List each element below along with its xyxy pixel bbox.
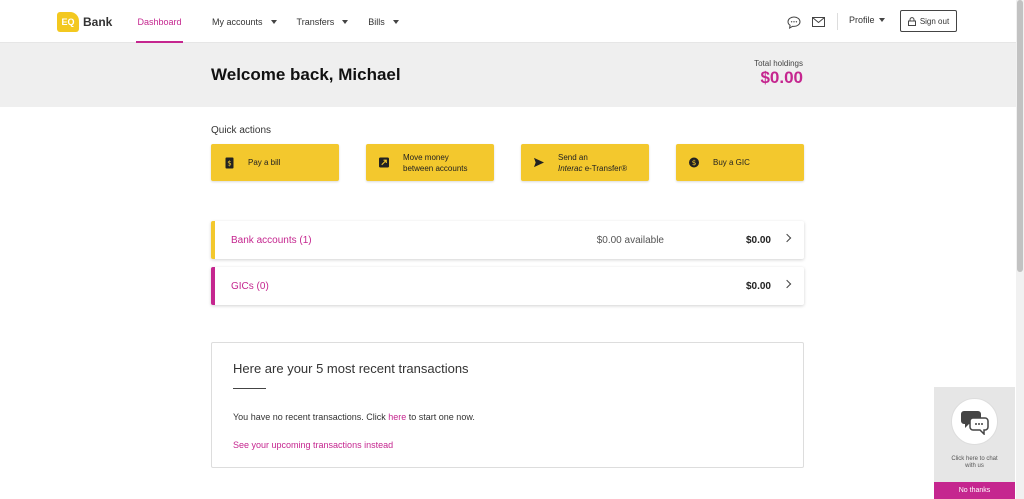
profile-menu[interactable]: Profile [849,15,885,25]
nav-my-accounts-label: My accounts [212,16,263,27]
chat-prompt-line2: with us [965,463,984,469]
buy-a-gic-button[interactable]: $ Buy a GIC [676,144,804,181]
main-nav: Dashboard My accounts Transfers Bills [136,0,419,43]
recent-transactions-card: Here are your 5 most recent transactions… [211,342,804,468]
nav-bills[interactable]: Bills [368,0,399,43]
nav-my-accounts[interactable]: My accounts [212,0,277,43]
gics-total: $0.00 [745,280,771,292]
bill-icon: $ [224,157,234,169]
chat-prompt-line1: Click here to chat [951,456,998,462]
pay-a-bill-button[interactable]: $ Pay a bill [211,144,339,181]
chevron-right-icon [782,233,792,243]
title-underline [233,388,266,389]
no-transactions-prefix: You have no recent transactions. Click [233,412,389,422]
quick-actions: $ Pay a bill Move money between accounts… [211,144,804,181]
pay-a-bill-label: Pay a bill [248,158,281,167]
account-color-bar [211,267,215,305]
send-interac-etransfer-button[interactable]: Send an Interac e-Transfer® [521,144,649,181]
chat-bubbles-icon[interactable] [951,398,998,445]
gics-label: GICs (0) [231,280,269,292]
account-color-bar [211,221,215,259]
total-holdings-label: Total holdings [754,59,803,68]
no-transactions-message: You have no recent transactions. Click h… [233,412,475,422]
logo-text: Bank [83,15,113,29]
no-transactions-suffix: to start one now. [406,412,475,422]
bank-accounts-total: $0.00 [745,234,771,246]
welcome-banner: Welcome back, Michael Total holdings $0.… [0,43,1016,107]
bank-accounts-row[interactable]: Bank accounts (1) $0.00 available $0.00 [211,221,804,259]
caret-down-icon [342,19,349,24]
send-icon [534,157,544,169]
chevron-right-icon [782,279,792,289]
caret-down-icon [392,19,399,24]
sign-out-button[interactable]: Sign out [900,10,957,32]
nav-bills-label: Bills [368,16,385,27]
etransfer-label: e-Transfer® [582,163,628,173]
chat-widget[interactable]: Click here to chat with us No thanks [934,387,1015,499]
svg-text:$: $ [227,159,231,167]
profile-label: Profile [849,15,875,25]
transfer-icon [379,157,389,169]
caret-down-icon [270,19,277,24]
interac-label: Interac [558,163,583,173]
scrollbar-thumb[interactable] [1017,0,1023,272]
welcome-title: Welcome back, Michael [211,65,401,84]
bank-accounts-available: $0.00 available [596,234,664,246]
sign-out-label: Sign out [919,16,950,26]
nav-transfers[interactable]: Transfers [297,0,349,43]
send-line1: Send an [558,152,588,162]
move-money-line2: between accounts [403,163,468,173]
svg-text:$: $ [692,158,697,167]
chat-icon[interactable] [787,15,801,29]
total-holdings-value: $0.00 [760,68,803,87]
chat-prompt: Click here to chat with us [934,456,1015,470]
dollar-icon: $ [689,157,699,169]
bank-accounts-label: Bank accounts (1) [231,234,312,246]
logo-mark: EQ [57,12,79,32]
nav-transfers-label: Transfers [296,16,335,27]
move-money-button[interactable]: Move money between accounts [366,144,494,181]
header-icons [787,15,825,29]
no-thanks-button[interactable]: No thanks [934,482,1015,499]
mail-icon[interactable] [811,15,825,29]
top-navigation-bar: EQ Bank Dashboard My accounts Transfers … [0,0,1016,43]
nav-dashboard-label: Dashboard [137,16,182,27]
header-divider [837,13,838,30]
eq-bank-logo[interactable]: EQ Bank [57,12,112,32]
upcoming-transactions-link[interactable]: See your upcoming transactions instead [233,440,393,450]
lock-icon [907,16,916,26]
nav-dashboard[interactable]: Dashboard [136,0,183,43]
gics-row[interactable]: GICs (0) $0.00 [211,267,804,305]
page-scrollbar[interactable] [1016,0,1024,499]
move-money-line1: Move money [403,152,449,162]
buy-a-gic-label: Buy a GIC [713,158,750,167]
start-transaction-link[interactable]: here [388,412,406,422]
recent-transactions-title: Here are your 5 most recent transactions [233,361,469,376]
quick-actions-title: Quick actions [211,125,272,136]
caret-down-icon [878,18,885,22]
